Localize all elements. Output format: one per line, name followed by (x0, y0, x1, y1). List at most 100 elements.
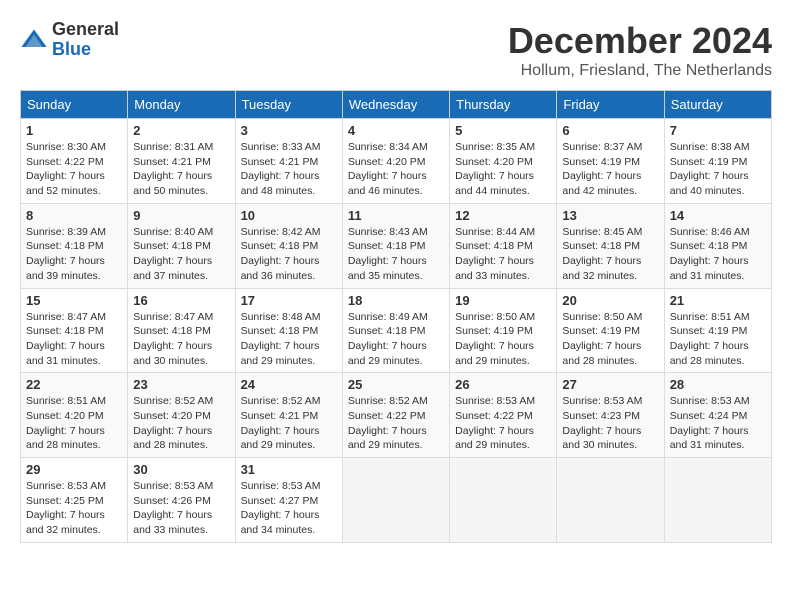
calendar-cell: 30 Sunrise: 8:53 AMSunset: 4:26 PMDaylig… (128, 458, 235, 543)
day-header-sunday: Sunday (21, 91, 128, 119)
day-info: Sunrise: 8:52 AMSunset: 4:20 PMDaylight:… (133, 395, 213, 451)
day-info: Sunrise: 8:50 AMSunset: 4:19 PMDaylight:… (455, 311, 535, 367)
calendar-cell: 11 Sunrise: 8:43 AMSunset: 4:18 PMDaylig… (342, 203, 449, 288)
calendar-cell: 23 Sunrise: 8:52 AMSunset: 4:20 PMDaylig… (128, 373, 235, 458)
calendar-cell: 16 Sunrise: 8:47 AMSunset: 4:18 PMDaylig… (128, 288, 235, 373)
calendar-cell: 3 Sunrise: 8:33 AMSunset: 4:21 PMDayligh… (235, 119, 342, 204)
day-number: 10 (241, 208, 337, 223)
month-title: December 2024 (508, 20, 772, 62)
calendar-week-5: 29 Sunrise: 8:53 AMSunset: 4:25 PMDaylig… (21, 458, 772, 543)
day-info: Sunrise: 8:48 AMSunset: 4:18 PMDaylight:… (241, 311, 321, 367)
calendar-week-4: 22 Sunrise: 8:51 AMSunset: 4:20 PMDaylig… (21, 373, 772, 458)
calendar-cell: 25 Sunrise: 8:52 AMSunset: 4:22 PMDaylig… (342, 373, 449, 458)
day-info: Sunrise: 8:31 AMSunset: 4:21 PMDaylight:… (133, 141, 213, 197)
calendar-cell: 2 Sunrise: 8:31 AMSunset: 4:21 PMDayligh… (128, 119, 235, 204)
day-number: 11 (348, 208, 444, 223)
day-info: Sunrise: 8:40 AMSunset: 4:18 PMDaylight:… (133, 226, 213, 282)
calendar-cell: 18 Sunrise: 8:49 AMSunset: 4:18 PMDaylig… (342, 288, 449, 373)
calendar-cell: 8 Sunrise: 8:39 AMSunset: 4:18 PMDayligh… (21, 203, 128, 288)
day-info: Sunrise: 8:53 AMSunset: 4:22 PMDaylight:… (455, 395, 535, 451)
day-header-tuesday: Tuesday (235, 91, 342, 119)
day-info: Sunrise: 8:47 AMSunset: 4:18 PMDaylight:… (26, 311, 106, 367)
calendar-cell: 14 Sunrise: 8:46 AMSunset: 4:18 PMDaylig… (664, 203, 771, 288)
day-header-wednesday: Wednesday (342, 91, 449, 119)
calendar-cell: 24 Sunrise: 8:52 AMSunset: 4:21 PMDaylig… (235, 373, 342, 458)
calendar-cell: 28 Sunrise: 8:53 AMSunset: 4:24 PMDaylig… (664, 373, 771, 458)
calendar-cell: 20 Sunrise: 8:50 AMSunset: 4:19 PMDaylig… (557, 288, 664, 373)
calendar-cell: 21 Sunrise: 8:51 AMSunset: 4:19 PMDaylig… (664, 288, 771, 373)
day-number: 1 (26, 123, 122, 138)
logo-general: General (52, 20, 119, 40)
calendar-week-1: 1 Sunrise: 8:30 AMSunset: 4:22 PMDayligh… (21, 119, 772, 204)
day-info: Sunrise: 8:37 AMSunset: 4:19 PMDaylight:… (562, 141, 642, 197)
calendar-cell: 22 Sunrise: 8:51 AMSunset: 4:20 PMDaylig… (21, 373, 128, 458)
day-info: Sunrise: 8:49 AMSunset: 4:18 PMDaylight:… (348, 311, 428, 367)
day-header-thursday: Thursday (450, 91, 557, 119)
day-info: Sunrise: 8:39 AMSunset: 4:18 PMDaylight:… (26, 226, 106, 282)
day-number: 24 (241, 377, 337, 392)
calendar-cell: 9 Sunrise: 8:40 AMSunset: 4:18 PMDayligh… (128, 203, 235, 288)
day-info: Sunrise: 8:33 AMSunset: 4:21 PMDaylight:… (241, 141, 321, 197)
day-number: 7 (670, 123, 766, 138)
day-number: 22 (26, 377, 122, 392)
day-number: 27 (562, 377, 658, 392)
calendar-cell: 27 Sunrise: 8:53 AMSunset: 4:23 PMDaylig… (557, 373, 664, 458)
day-info: Sunrise: 8:50 AMSunset: 4:19 PMDaylight:… (562, 311, 642, 367)
day-number: 15 (26, 293, 122, 308)
day-info: Sunrise: 8:51 AMSunset: 4:19 PMDaylight:… (670, 311, 750, 367)
day-info: Sunrise: 8:45 AMSunset: 4:18 PMDaylight:… (562, 226, 642, 282)
day-number: 13 (562, 208, 658, 223)
day-info: Sunrise: 8:47 AMSunset: 4:18 PMDaylight:… (133, 311, 213, 367)
day-number: 28 (670, 377, 766, 392)
day-number: 12 (455, 208, 551, 223)
day-number: 5 (455, 123, 551, 138)
day-info: Sunrise: 8:30 AMSunset: 4:22 PMDaylight:… (26, 141, 106, 197)
day-header-friday: Friday (557, 91, 664, 119)
calendar-cell: 10 Sunrise: 8:42 AMSunset: 4:18 PMDaylig… (235, 203, 342, 288)
day-number: 31 (241, 462, 337, 477)
calendar-cell (450, 458, 557, 543)
calendar-cell: 29 Sunrise: 8:53 AMSunset: 4:25 PMDaylig… (21, 458, 128, 543)
day-info: Sunrise: 8:53 AMSunset: 4:23 PMDaylight:… (562, 395, 642, 451)
calendar-cell (664, 458, 771, 543)
day-info: Sunrise: 8:52 AMSunset: 4:22 PMDaylight:… (348, 395, 428, 451)
day-header-monday: Monday (128, 91, 235, 119)
calendar-cell: 7 Sunrise: 8:38 AMSunset: 4:19 PMDayligh… (664, 119, 771, 204)
calendar-cell: 6 Sunrise: 8:37 AMSunset: 4:19 PMDayligh… (557, 119, 664, 204)
day-number: 23 (133, 377, 229, 392)
day-number: 26 (455, 377, 551, 392)
day-number: 20 (562, 293, 658, 308)
day-info: Sunrise: 8:42 AMSunset: 4:18 PMDaylight:… (241, 226, 321, 282)
day-info: Sunrise: 8:46 AMSunset: 4:18 PMDaylight:… (670, 226, 750, 282)
calendar-week-3: 15 Sunrise: 8:47 AMSunset: 4:18 PMDaylig… (21, 288, 772, 373)
day-number: 21 (670, 293, 766, 308)
day-number: 9 (133, 208, 229, 223)
calendar-cell (342, 458, 449, 543)
day-info: Sunrise: 8:52 AMSunset: 4:21 PMDaylight:… (241, 395, 321, 451)
calendar-cell: 17 Sunrise: 8:48 AMSunset: 4:18 PMDaylig… (235, 288, 342, 373)
day-info: Sunrise: 8:43 AMSunset: 4:18 PMDaylight:… (348, 226, 428, 282)
day-number: 25 (348, 377, 444, 392)
day-number: 2 (133, 123, 229, 138)
logo-blue: Blue (52, 40, 119, 60)
day-number: 16 (133, 293, 229, 308)
calendar-table: SundayMondayTuesdayWednesdayThursdayFrid… (20, 90, 772, 543)
day-number: 17 (241, 293, 337, 308)
day-info: Sunrise: 8:44 AMSunset: 4:18 PMDaylight:… (455, 226, 535, 282)
calendar-cell: 31 Sunrise: 8:53 AMSunset: 4:27 PMDaylig… (235, 458, 342, 543)
day-number: 29 (26, 462, 122, 477)
day-number: 3 (241, 123, 337, 138)
day-number: 4 (348, 123, 444, 138)
calendar-cell (557, 458, 664, 543)
day-info: Sunrise: 8:53 AMSunset: 4:25 PMDaylight:… (26, 480, 106, 536)
day-header-saturday: Saturday (664, 91, 771, 119)
day-info: Sunrise: 8:38 AMSunset: 4:19 PMDaylight:… (670, 141, 750, 197)
calendar-cell: 15 Sunrise: 8:47 AMSunset: 4:18 PMDaylig… (21, 288, 128, 373)
day-number: 8 (26, 208, 122, 223)
day-info: Sunrise: 8:53 AMSunset: 4:27 PMDaylight:… (241, 480, 321, 536)
calendar-header-row: SundayMondayTuesdayWednesdayThursdayFrid… (21, 91, 772, 119)
day-info: Sunrise: 8:51 AMSunset: 4:20 PMDaylight:… (26, 395, 106, 451)
logo-icon (20, 26, 48, 54)
day-info: Sunrise: 8:35 AMSunset: 4:20 PMDaylight:… (455, 141, 535, 197)
calendar-cell: 1 Sunrise: 8:30 AMSunset: 4:22 PMDayligh… (21, 119, 128, 204)
